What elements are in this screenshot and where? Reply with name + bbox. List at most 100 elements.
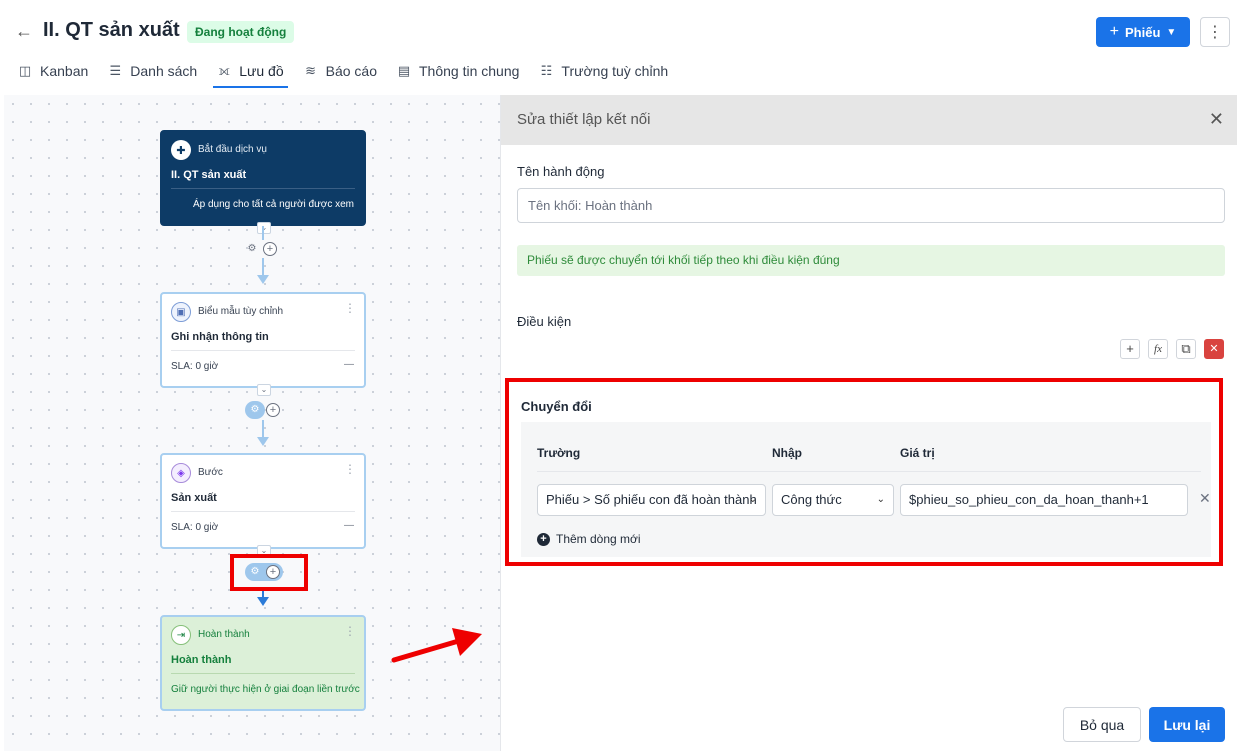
- new-ticket-button[interactable]: + Phiếu ▼: [1096, 17, 1190, 47]
- add-node-icon[interactable]: +: [266, 403, 280, 417]
- app: ← II. QT sản xuất Đang hoạt động + Phiếu…: [0, 0, 1237, 751]
- node-sla-dash: —: [344, 520, 354, 531]
- connector-line: [262, 226, 264, 240]
- node-name: Sản xuất: [171, 492, 217, 504]
- node-type: Bước: [198, 467, 223, 478]
- annotation-arrow-icon: [391, 628, 482, 663]
- add-condition-icon[interactable]: +: [1120, 339, 1140, 359]
- tab-kanban[interactable]: ◫ Kanban: [0, 56, 98, 86]
- node-divider: [171, 188, 355, 189]
- node-menu-icon[interactable]: ⋮: [344, 462, 356, 476]
- value-input[interactable]: $phieu_so_phieu_con_da_hoan_thanh+1: [900, 484, 1188, 516]
- arrow-head-icon: [257, 275, 269, 284]
- node-menu-icon[interactable]: ⋮: [344, 301, 356, 315]
- plus-circle-icon: +: [537, 532, 550, 546]
- condition-label: Điều kiện: [517, 314, 572, 329]
- new-ticket-label: Phiếu: [1125, 24, 1161, 40]
- column-header-value: Giá trị: [900, 446, 935, 460]
- chevron-down-icon: ⌄: [876, 494, 885, 505]
- add-node-icon[interactable]: +: [263, 242, 277, 256]
- arrow-head-icon: [257, 597, 269, 606]
- column-header-input: Nhập: [772, 446, 802, 460]
- connection-settings-panel: Sửa thiết lập kết nối ✕ Tên hành động Ph…: [500, 95, 1237, 751]
- tab-label: Lưu đồ: [239, 63, 284, 79]
- connector-controls: ⚙ +: [245, 240, 277, 258]
- finish-icon: ⇥: [171, 625, 191, 645]
- input-type-select[interactable]: Công thức ⌄: [772, 484, 894, 516]
- node-sla: SLA: 0 giờ: [171, 522, 219, 533]
- add-row-label: Thêm dòng mới: [556, 532, 641, 546]
- node-type: Hoàn thành: [198, 629, 250, 640]
- highlight-box: [230, 554, 308, 591]
- node-menu-icon[interactable]: ⋮: [344, 624, 356, 638]
- connector-controls: +: [266, 401, 280, 419]
- step-icon: ◈: [171, 463, 191, 483]
- node-type: Biểu mẫu tùy chỉnh: [198, 306, 284, 317]
- caret-down-icon: ▼: [1166, 26, 1177, 38]
- delete-condition-icon[interactable]: ✕: [1204, 339, 1224, 359]
- action-name-input[interactable]: [517, 188, 1225, 223]
- gear-icon[interactable]: ⚙: [245, 242, 259, 256]
- status-badge: Đang hoạt động: [187, 21, 295, 43]
- node-apply-text: Áp dụng cho tất cả người được xem: [192, 199, 354, 210]
- node-step[interactable]: ◈ Bước ⋮ Sản xuất SLA: 0 giờ — ⌄: [160, 453, 366, 557]
- flow-canvas[interactable]: ✚ Bắt đầu dịch vụ II. QT sản xuất Áp dụn…: [4, 95, 500, 751]
- connector-controls: ⚙: [245, 401, 265, 419]
- input-type-value: Công thức: [781, 492, 842, 507]
- conversion-section: Chuyển đổi Trường Nhập Giá trị Phiếu > S…: [505, 378, 1223, 566]
- collapse-chevron-icon[interactable]: ⌄: [257, 222, 271, 234]
- formula-icon[interactable]: fx: [1148, 339, 1168, 359]
- collapse-chevron-icon[interactable]: ⌄: [257, 384, 271, 396]
- field-select[interactable]: Phiếu > Số phiếu con đã hoàn thành ⌄: [537, 484, 766, 516]
- header-divider: [537, 471, 1201, 472]
- save-button[interactable]: Lưu lại: [1149, 707, 1225, 742]
- tab-report[interactable]: ≋ Báo cáo: [294, 56, 387, 86]
- node-keep-text: Giữ người thực hiện ở giai đoạn liền trư…: [171, 684, 360, 695]
- more-options-button[interactable]: ⋮: [1200, 17, 1230, 47]
- remove-row-icon[interactable]: ✕: [1199, 490, 1211, 507]
- tab-flowchart[interactable]: ⟗ Lưu đồ: [207, 56, 293, 88]
- tab-label: Báo cáo: [325, 63, 377, 79]
- conversion-title: Chuyển đổi: [521, 399, 592, 414]
- condition-note: Phiếu sẽ được chuyển tới khối tiếp theo …: [517, 245, 1225, 276]
- chevron-down-icon: ⌄: [748, 494, 757, 505]
- node-name: Ghi nhận thông tin: [171, 331, 269, 343]
- node-sla-dash: —: [344, 359, 354, 370]
- tab-label: Trường tuỳ chỉnh: [561, 63, 669, 79]
- node-name: II. QT sản xuất: [171, 169, 247, 181]
- tab-general-info[interactable]: ▤ Thông tin chung: [387, 56, 529, 86]
- flowchart-icon: ⟗: [218, 63, 230, 78]
- node-type: Bắt đầu dịch vụ: [198, 144, 267, 155]
- copy-icon[interactable]: ⧉: [1176, 339, 1196, 359]
- tab-label: Kanban: [40, 63, 89, 79]
- connector-line: [262, 420, 264, 438]
- kebab-icon: ⋮: [1207, 24, 1223, 41]
- page-title: II. QT sản xuất: [43, 19, 180, 41]
- node-custom-form[interactable]: ▣ Biểu mẫu tùy chỉnh ⋮ Ghi nhận thông ti…: [160, 292, 366, 396]
- close-icon[interactable]: ✕: [1209, 109, 1224, 129]
- cancel-button[interactable]: Bỏ qua: [1063, 707, 1141, 742]
- header: ← II. QT sản xuất Đang hoạt động + Phiếu…: [0, 0, 1237, 92]
- node-divider: [171, 350, 355, 351]
- back-arrow-icon[interactable]: ←: [14, 20, 34, 42]
- list-icon: ☰: [109, 63, 122, 78]
- value-input-text: $phieu_so_phieu_con_da_hoan_thanh+1: [909, 492, 1149, 507]
- panel-header: Sửa thiết lập kết nối ✕: [501, 95, 1237, 145]
- tab-list[interactable]: ☰ Danh sách: [98, 56, 207, 86]
- info-icon: ▤: [397, 63, 411, 78]
- tab-custom-fields[interactable]: ☷ Trường tuỳ chỉnh: [529, 56, 678, 86]
- panel-title: Sửa thiết lập kết nối: [517, 111, 651, 128]
- view-tabs: ◫ Kanban ☰ Danh sách ⟗ Lưu đồ ≋ Báo cáo …: [0, 56, 678, 88]
- condition-tools: + fx ⧉ ✕: [1120, 339, 1224, 359]
- column-header-field: Trường: [537, 446, 581, 460]
- conversion-table: Trường Nhập Giá trị Phiếu > Số phiếu con…: [521, 422, 1211, 557]
- node-done[interactable]: ⇥ Hoàn thành ⋮ Hoàn thành Giữ người thực…: [160, 615, 366, 711]
- gear-icon[interactable]: ⚙: [248, 403, 262, 417]
- node-sla: SLA: 0 giờ: [171, 361, 219, 372]
- field-select-value: Phiếu > Số phiếu con đã hoàn thành: [546, 492, 757, 507]
- report-icon: ≋: [305, 63, 317, 78]
- add-row-button[interactable]: + Thêm dòng mới: [537, 532, 641, 546]
- node-start[interactable]: ✚ Bắt đầu dịch vụ II. QT sản xuất Áp dụn…: [160, 130, 366, 234]
- start-service-icon: ✚: [171, 140, 191, 160]
- node-divider: [171, 673, 355, 674]
